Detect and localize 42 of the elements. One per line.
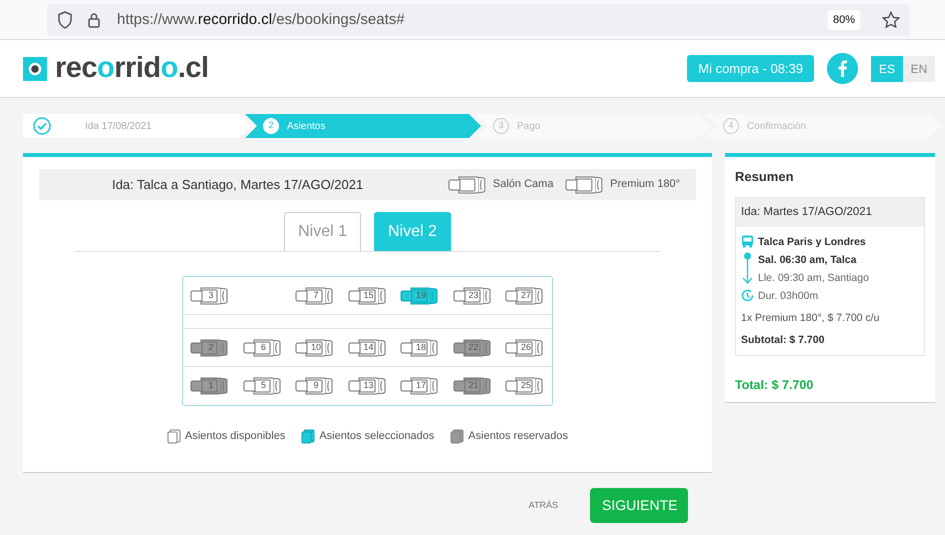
bus-company: Talca Paris y Londres — [758, 234, 866, 250]
route-arrow-icon — [741, 250, 754, 285]
step-number: 3 — [493, 118, 509, 134]
departure-time: Sal. 06:30 am, Talca — [758, 252, 858, 268]
subtotal: Subtotal: $ 7.700 — [741, 332, 826, 348]
step-label: Ida 17/08/2021 — [85, 120, 152, 134]
legend-label: Asientos seleccionados — [319, 429, 434, 444]
seat: 22 — [452, 338, 494, 358]
step-number: 4 — [723, 118, 739, 134]
trip-header: Ida: Martes 17/AGO/2021 — [736, 198, 924, 227]
ticket-line: 1x Premium 180°, $ 7.700 c/u — [741, 310, 880, 326]
bus-icon — [741, 235, 754, 248]
arrival-time: Lle. 09:30 am, Santiago — [758, 270, 869, 286]
seat-icon — [301, 428, 316, 444]
seat-type-label: Premium 180° — [610, 177, 680, 192]
trip-duration: Dur. 03h00m — [758, 288, 818, 304]
lock-icon — [87, 12, 101, 28]
step-label: Asientos — [287, 120, 326, 134]
legend-label: Asientos disponibles — [185, 429, 286, 444]
clock-icon — [741, 289, 754, 302]
step-label: Pago — [517, 120, 540, 134]
legend-label: Asientos reservados — [468, 429, 568, 444]
total-amount: Total: $ 7.700 — [735, 376, 814, 394]
seat-icon — [450, 428, 464, 444]
url-text: https://www.recorrido.cl/es/bookings/seats# — [117, 10, 405, 30]
logo-icon — [23, 56, 47, 80]
back-button[interactable]: ATRÁS — [522, 498, 564, 514]
trip-title: Ida: Talca a Santiago, Martes 17/AGO/2021 — [110, 176, 364, 194]
seat: 21 — [452, 376, 494, 396]
summary-title: Resumen — [735, 168, 795, 186]
step-number: 2 — [263, 118, 279, 134]
seat-icon — [448, 174, 488, 194]
seat-type-label: Salón Cama — [492, 177, 554, 192]
zoom-level[interactable]: 80% — [828, 10, 860, 30]
shield-icon — [57, 11, 73, 29]
seat-icon — [167, 428, 182, 444]
logo[interactable]: recorrido.cl — [23, 46, 209, 90]
step-label: Confirmación — [747, 120, 806, 134]
check-icon — [33, 117, 51, 135]
address-bar[interactable]: https://www.recorrido.cl/es/bookings/seats# 80% — [47, 4, 910, 36]
logo-text: recorrido.cl — [55, 50, 209, 86]
star-icon[interactable] — [882, 11, 900, 29]
